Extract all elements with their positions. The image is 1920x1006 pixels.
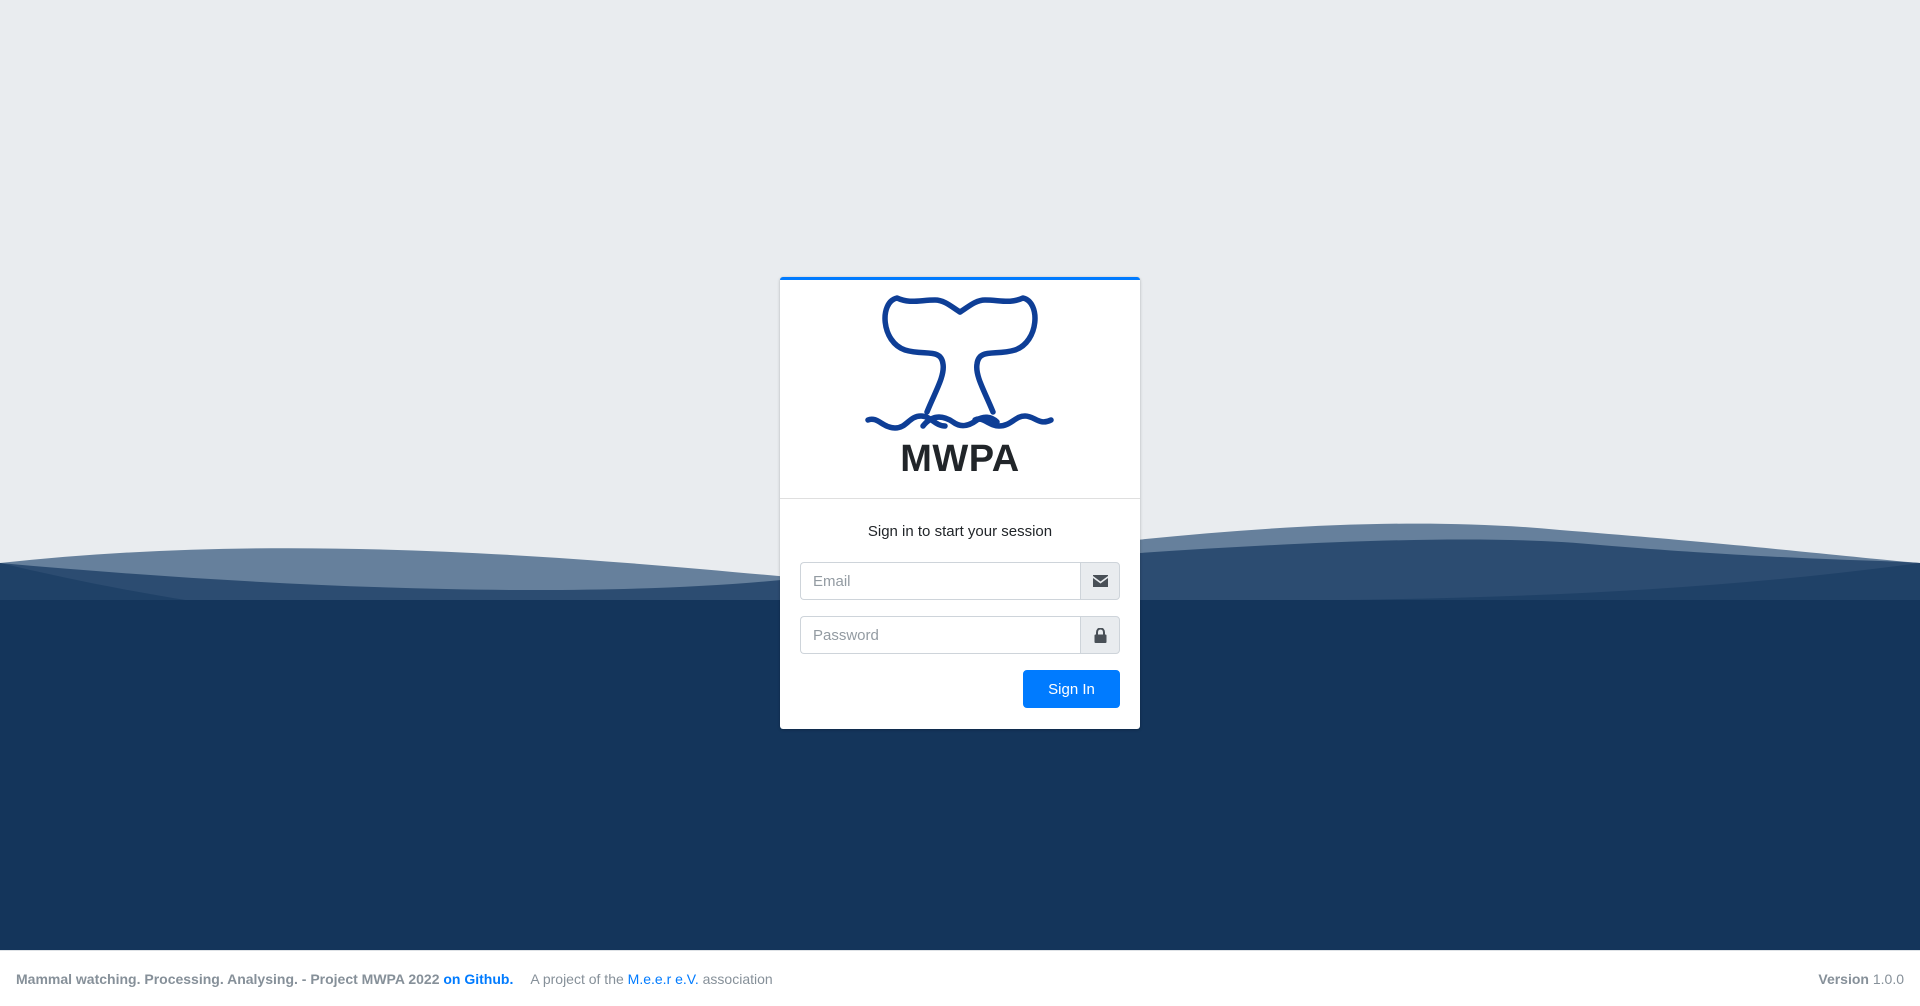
- github-link[interactable]: on Github: [443, 971, 509, 987]
- sign-in-button[interactable]: Sign In: [1023, 670, 1120, 708]
- main-footer: Mammal watching. Processing. Analysing. …: [0, 950, 1920, 1006]
- login-form: Sign in to start your session Sign In: [780, 499, 1140, 728]
- card-header: MWPA: [780, 280, 1140, 499]
- password-field[interactable]: [800, 616, 1080, 654]
- lock-icon: [1094, 627, 1106, 643]
- footer-version: Version 1.0.0: [1818, 971, 1904, 987]
- version-label: Version: [1818, 970, 1869, 987]
- email-addon: [1080, 562, 1120, 600]
- email-input-group: [800, 562, 1120, 600]
- envelope-icon: [1092, 575, 1108, 587]
- password-input-group: [800, 616, 1120, 654]
- login-box-message: Sign in to start your session: [867, 523, 1053, 540]
- version-value: 1.0.0: [1872, 970, 1904, 987]
- submit-row: Sign In: [800, 670, 1120, 708]
- association-link[interactable]: M.e.e.r e.V.: [628, 971, 699, 987]
- footer-project-prefix: A project of the: [530, 970, 624, 987]
- whale-tail-icon: [865, 295, 1054, 431]
- footer-tagline: Mammal watching. Processing. Analysing. …: [16, 970, 440, 987]
- footer-left: Mammal watching. Processing. Analysing. …: [16, 971, 1818, 987]
- app-title: MWPA: [900, 438, 1020, 480]
- login-card: MWPA Sign in to start your session Email…: [780, 277, 1140, 729]
- footer-project-suffix: association: [702, 970, 773, 987]
- footer-period: .: [509, 970, 514, 987]
- password-addon: [1080, 616, 1120, 654]
- email-field[interactable]: [800, 562, 1080, 600]
